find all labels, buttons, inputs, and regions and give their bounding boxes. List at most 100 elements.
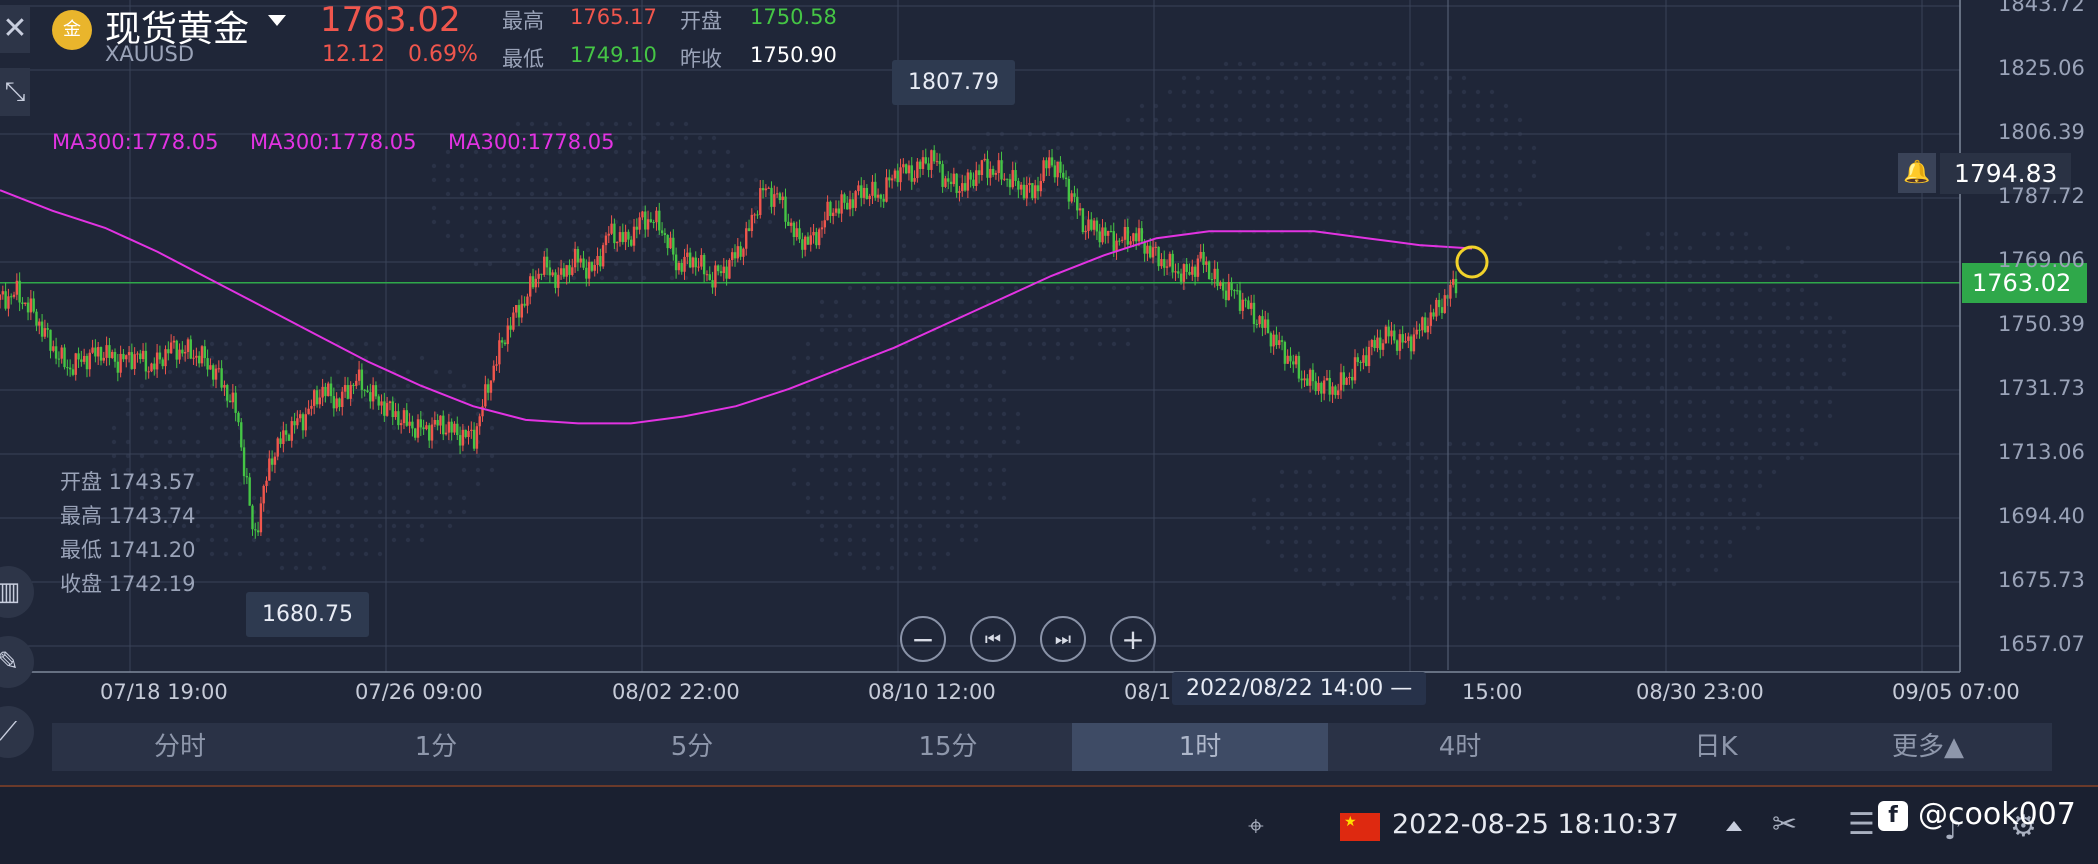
candle-body — [130, 352, 134, 369]
candle-body — [150, 363, 153, 372]
candle-body — [464, 429, 467, 438]
candle-body — [1322, 380, 1326, 394]
map-dot — [1475, 469, 1481, 475]
map-dot — [1785, 427, 1791, 433]
dropdown-arrow-icon[interactable] — [268, 15, 286, 26]
map-dot — [819, 355, 825, 361]
map-dot — [1727, 553, 1733, 559]
tab-more[interactable]: 更多▲ — [1800, 723, 2056, 771]
candle-body — [119, 353, 122, 373]
tab-1hour[interactable]: 1时 — [1072, 723, 1328, 771]
map-dot — [1671, 553, 1677, 559]
map-dot — [1645, 301, 1651, 307]
candle-body — [1440, 307, 1444, 313]
candle-body — [447, 421, 451, 433]
map-dot — [959, 383, 965, 389]
zoom-in-button[interactable]: + — [1110, 616, 1156, 662]
map-dot — [1013, 299, 1019, 305]
zoom-out-button[interactable]: − — [900, 616, 946, 662]
map-dot — [1743, 343, 1749, 349]
map-dot — [669, 135, 675, 141]
map-dot — [819, 537, 825, 543]
map-dot — [265, 509, 271, 515]
candle-body — [534, 278, 538, 288]
map-dot — [1111, 271, 1117, 277]
tab-5min[interactable]: 5分 — [564, 723, 820, 771]
candle-body — [1031, 183, 1034, 199]
map-dot — [1237, 145, 1243, 151]
list-icon[interactable]: ☰ — [1848, 807, 1875, 842]
map-dot — [819, 313, 825, 319]
map-dot — [1377, 89, 1383, 95]
map-dot — [711, 135, 717, 141]
map-dot — [1645, 231, 1651, 237]
cursor-icon[interactable]: ⌖ — [1248, 809, 1264, 843]
map-dot — [1713, 553, 1719, 559]
map-dot — [943, 159, 949, 165]
candle-body — [181, 349, 184, 354]
map-dot — [805, 481, 811, 487]
next-button[interactable]: ⏭ — [1040, 616, 1086, 662]
candle-body — [803, 236, 807, 250]
map-dot — [1167, 229, 1173, 235]
bell-icon[interactable]: 🔔 — [1898, 153, 1936, 193]
map-dot — [1757, 287, 1763, 293]
map-dot — [861, 327, 867, 333]
map-dot — [1111, 341, 1117, 347]
candle-body — [192, 357, 195, 359]
tab-15min[interactable]: 15分 — [820, 723, 1076, 771]
tools-icon[interactable]: ✂ — [1772, 807, 1797, 842]
tab-1min[interactable]: 1分 — [308, 723, 564, 771]
map-dot — [1209, 173, 1215, 179]
tab-4hour[interactable]: 4时 — [1332, 723, 1588, 771]
map-dot — [1195, 215, 1201, 221]
map-dot — [1727, 539, 1733, 545]
map-dot — [917, 523, 923, 529]
map-dot — [1433, 117, 1439, 123]
map-dot — [1517, 483, 1523, 489]
tab-timeshare[interactable]: 分时 — [52, 723, 308, 771]
candle-body — [388, 401, 392, 404]
candle-body — [450, 421, 453, 433]
candle-body — [1084, 230, 1087, 233]
map-dot — [1799, 455, 1805, 461]
candle-body — [745, 228, 748, 249]
map-dot — [1461, 159, 1467, 165]
map-dot — [1799, 357, 1805, 363]
map-dot — [1813, 399, 1819, 405]
previous-button[interactable]: ⏮ — [970, 616, 1016, 662]
candle-body — [1412, 334, 1416, 352]
map-dot — [223, 369, 229, 375]
candle-body — [621, 232, 624, 243]
candle-body — [610, 223, 613, 234]
map-dot — [251, 369, 257, 375]
map-dot — [1517, 117, 1523, 123]
candle-body — [91, 347, 94, 353]
map-dot — [627, 205, 633, 211]
map-dot — [1743, 315, 1749, 321]
candle-body — [593, 264, 596, 271]
candle-body — [234, 392, 237, 413]
map-dot — [1139, 201, 1145, 207]
up-arrow-icon[interactable] — [1726, 821, 1742, 831]
map-dot — [1111, 187, 1117, 193]
y-tick: 1731.73 — [1998, 376, 2085, 400]
price-chart[interactable] — [0, 0, 2098, 785]
candle-body — [514, 305, 518, 313]
collapse-icon[interactable]: ⤡ — [0, 68, 30, 116]
candle-body — [545, 256, 549, 268]
close-icon[interactable]: ✕ — [0, 5, 30, 53]
candle-body — [1213, 268, 1216, 280]
map-dot — [321, 439, 327, 445]
map-dot — [1139, 313, 1145, 319]
map-dot — [1027, 243, 1033, 249]
map-dot — [1575, 301, 1581, 307]
candle-body — [862, 187, 866, 198]
map-dot — [1741, 525, 1747, 531]
map-dot — [1363, 525, 1369, 531]
map-dot — [1251, 61, 1257, 67]
candle-body — [377, 396, 380, 406]
map-dot — [971, 215, 977, 221]
candle-body — [736, 246, 740, 259]
map-dot — [1055, 201, 1061, 207]
